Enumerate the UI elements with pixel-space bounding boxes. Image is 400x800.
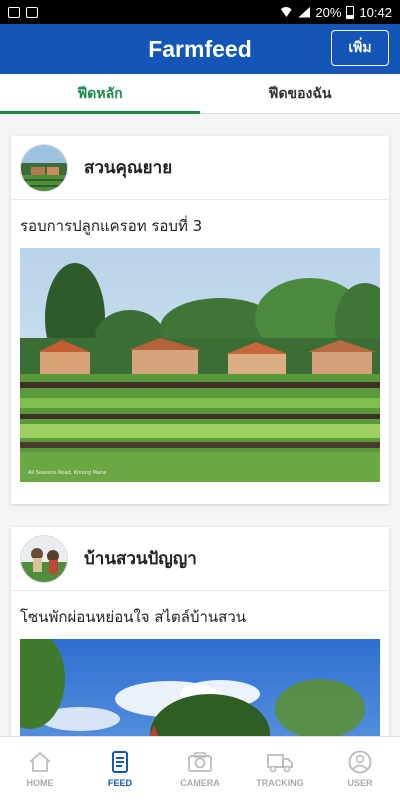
nav-feed[interactable]: FEED	[80, 737, 160, 800]
nav-home[interactable]: HOME	[0, 737, 80, 800]
avatar[interactable]	[20, 534, 68, 583]
app-title: Farmfeed	[148, 35, 252, 62]
avatar[interactable]	[20, 143, 68, 192]
battery-icon	[346, 5, 355, 19]
camera-icon	[188, 751, 212, 772]
app-header: Farmfeed เพิ่ม	[0, 24, 400, 74]
home-icon	[29, 751, 51, 772]
card-header: สวนคุณยาย	[11, 136, 389, 200]
nav-camera[interactable]: CAMERA	[160, 737, 240, 800]
battery-percent: 20%	[315, 4, 342, 20]
nav-label: CAMERA	[180, 777, 220, 788]
feed-card[interactable]: บ้านสวนปัญญา โซนพักผ่อนหย่อนใจ สไตล์บ้าน…	[11, 527, 389, 736]
tab-my-feed[interactable]: ฟีดของฉัน	[200, 74, 400, 113]
post-author[interactable]: สวนคุณยาย	[84, 154, 172, 181]
feed-icon	[112, 750, 128, 773]
feed-tabs: ฟีดหลัก ฟีดของฉัน	[0, 74, 400, 114]
nav-label: TRACKING	[256, 777, 304, 788]
tab-main-feed[interactable]: ฟีดหลัก	[0, 74, 200, 114]
add-button[interactable]: เพิ่ม	[331, 30, 389, 66]
post-image[interactable]: All Seasons Road, Khlong Mane	[20, 248, 380, 482]
notification-icon	[26, 6, 38, 18]
clock: 10:42	[359, 4, 392, 20]
signal-icon	[298, 6, 311, 18]
wifi-icon	[279, 7, 294, 17]
feed-list[interactable]: สวนคุณยาย รอบการปลูกแครอท รอบที่ 3 All S…	[0, 114, 400, 736]
nav-label: HOME	[26, 777, 54, 788]
image-watermark: All Seasons Road, Khlong Mane	[28, 470, 106, 476]
bottom-nav: HOME FEED CAMERA TRACKING USER	[0, 736, 400, 800]
post-caption: โซนพักผ่อนหย่อนใจ สไตล์บ้านสวน	[20, 608, 246, 626]
status-bar: 20% 10:42	[0, 0, 400, 24]
post-author[interactable]: บ้านสวนปัญญา	[84, 545, 197, 572]
nav-user[interactable]: USER	[320, 737, 400, 800]
nav-label: USER	[347, 777, 373, 788]
card-header: บ้านสวนปัญญา	[11, 527, 389, 591]
feed-card[interactable]: สวนคุณยาย รอบการปลูกแครอท รอบที่ 3 All S…	[11, 136, 389, 504]
post-caption: รอบการปลูกแครอท รอบที่ 3	[20, 217, 203, 235]
truck-icon	[267, 753, 293, 772]
gallery-icon	[8, 6, 20, 18]
user-icon	[348, 750, 372, 773]
nav-label: FEED	[107, 777, 132, 788]
nav-tracking[interactable]: TRACKING	[240, 737, 320, 800]
post-image[interactable]	[20, 639, 380, 736]
app-root: 20% 10:42 Farmfeed เพิ่ม ฟีดหลัก ฟีดของฉ…	[0, 0, 400, 800]
